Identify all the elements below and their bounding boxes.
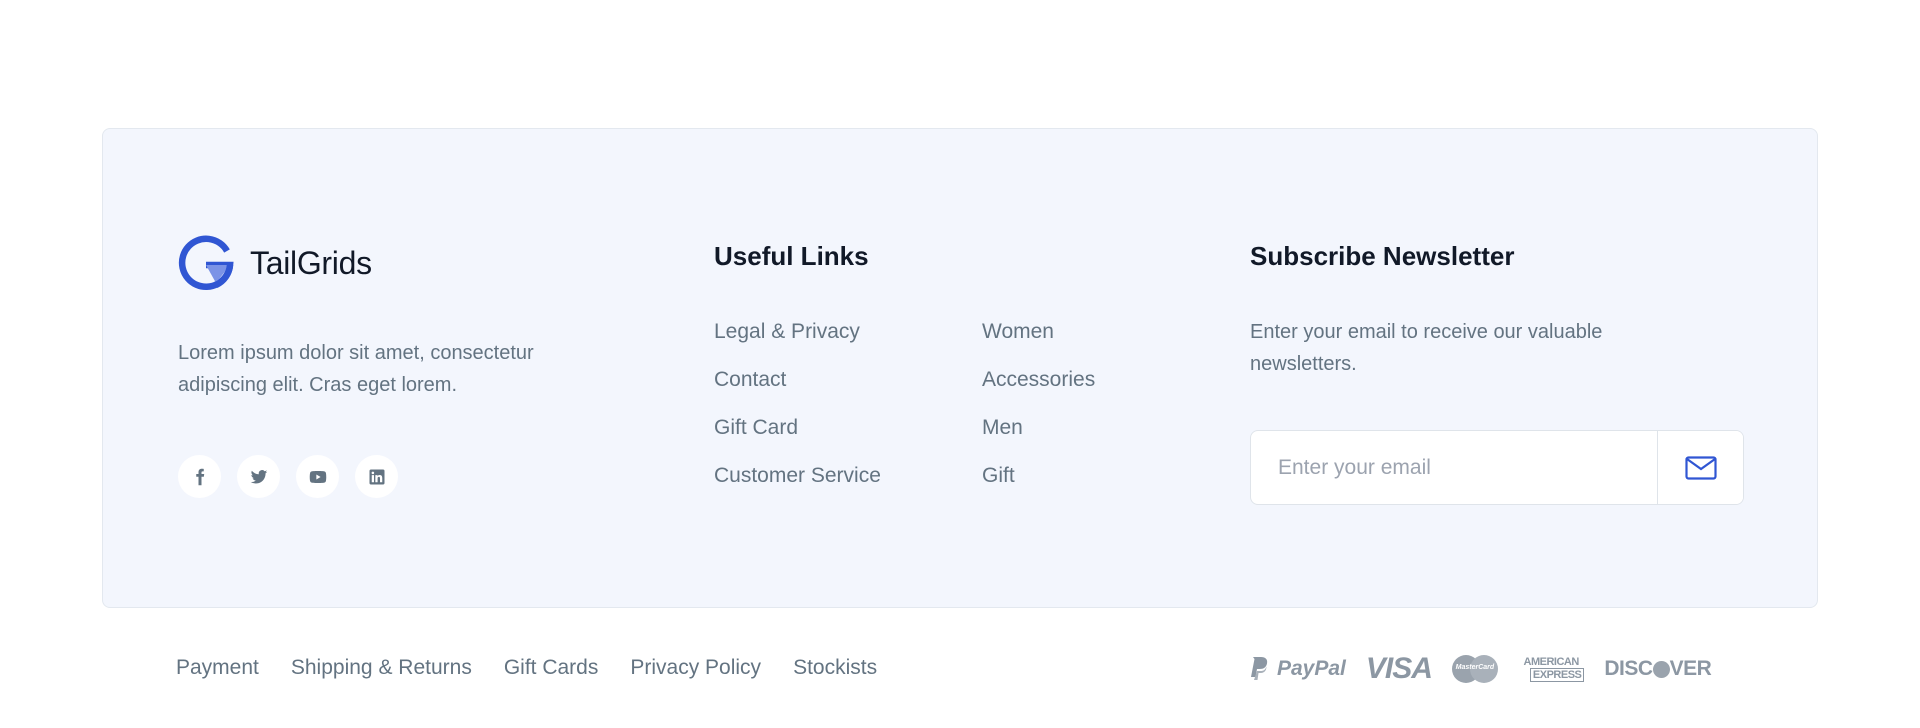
- social-links: [178, 455, 618, 498]
- link-contact[interactable]: Contact: [714, 364, 982, 396]
- visa-logo: VISA: [1365, 652, 1433, 685]
- brand-name: TailGrids: [250, 244, 372, 281]
- footer-card: TailGrids Lorem ipsum dolor sit amet, co…: [102, 128, 1818, 608]
- brand-description: Lorem ipsum dolor sit amet, consectetur …: [178, 342, 534, 396]
- amex-line2: EXPRESS: [1529, 668, 1585, 682]
- link-accessories[interactable]: Accessories: [982, 364, 1182, 396]
- youtube-icon: [309, 470, 326, 483]
- facebook-link[interactable]: [178, 455, 221, 498]
- bottom-link-shipping-returns[interactable]: Shipping & Returns: [291, 650, 472, 686]
- youtube-link[interactable]: [296, 455, 339, 498]
- useful-links-column: Useful Links Legal & Privacy Women Conta…: [714, 239, 1174, 492]
- tailgrids-logo-icon: [178, 235, 234, 291]
- discover-label-start: DISC: [1604, 657, 1653, 680]
- newsletter-form: [1250, 430, 1744, 505]
- link-gift[interactable]: Gift: [982, 460, 1182, 492]
- subscribe-button[interactable]: [1657, 431, 1743, 504]
- bottom-link-privacy-policy[interactable]: Privacy Policy: [630, 650, 761, 686]
- bottom-link-stockists[interactable]: Stockists: [793, 650, 877, 686]
- link-customer-service[interactable]: Customer Service: [714, 460, 982, 492]
- amex-line1: AMERICAN: [1523, 656, 1580, 668]
- twitter-icon: [250, 469, 267, 483]
- link-gift-card[interactable]: Gift Card: [714, 412, 982, 444]
- newsletter-heading: Subscribe Newsletter: [1250, 241, 1515, 271]
- facebook-icon: [195, 468, 204, 485]
- mastercard-label: MasterCard: [1455, 664, 1495, 671]
- email-input[interactable]: [1251, 431, 1657, 504]
- link-women[interactable]: Women: [982, 316, 1182, 348]
- bottom-link-payment[interactable]: Payment: [176, 650, 259, 686]
- brand-column: TailGrids Lorem ipsum dolor sit amet, co…: [178, 235, 618, 498]
- payment-methods: PayPal VISA MasterCard AMERICAN EXPRESS …: [1249, 652, 1712, 686]
- newsletter-description: Enter your email to receive our valuable…: [1250, 321, 1603, 375]
- paypal-logo: PayPal: [1249, 657, 1346, 681]
- mail-icon: [1684, 455, 1717, 480]
- amex-logo: AMERICAN EXPRESS: [1518, 656, 1585, 682]
- paypal-label: PayPal: [1277, 657, 1346, 680]
- discover-label-end: VER: [1669, 657, 1712, 680]
- link-legal-privacy[interactable]: Legal & Privacy: [714, 316, 982, 348]
- paypal-icon: [1251, 657, 1268, 680]
- linkedin-link[interactable]: [355, 455, 398, 498]
- logo[interactable]: TailGrids: [178, 235, 618, 291]
- useful-links-list: Legal & Privacy Women Contact Accessorie…: [714, 316, 1174, 492]
- bottom-nav: Payment Shipping & Returns Gift Cards Pr…: [176, 650, 877, 686]
- link-men[interactable]: Men: [982, 412, 1182, 444]
- bottom-link-gift-cards[interactable]: Gift Cards: [504, 650, 599, 686]
- linkedin-icon: [369, 469, 384, 484]
- useful-links-heading: Useful Links: [714, 241, 869, 271]
- newsletter-column: Subscribe Newsletter Enter your email to…: [1250, 239, 1750, 505]
- twitter-link[interactable]: [237, 455, 280, 498]
- discover-dot: [1652, 660, 1670, 678]
- discover-logo: DISC VER: [1604, 657, 1711, 681]
- mastercard-logo: MasterCard: [1451, 655, 1498, 683]
